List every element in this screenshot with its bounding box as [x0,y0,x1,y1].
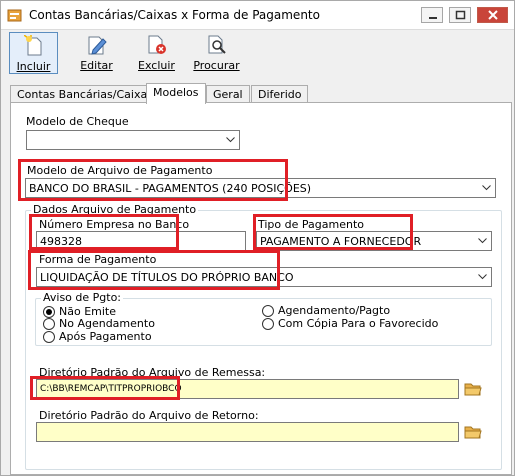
app-icon [7,9,22,22]
new-document-icon [24,35,42,56]
highlight-numero-empresa [29,214,179,250]
procurar-label: Procurar [193,59,240,72]
minimize-button[interactable] [421,7,443,23]
incluir-button[interactable]: Incluir [9,32,58,74]
highlight-modelo-arquivo [18,159,288,201]
dir-retorno-label: Diretório Padrão do Arquivo de Retorno: [39,409,259,422]
toolbar: Incluir Editar Excluir Procurar [1,31,514,75]
excluir-label: Excluir [138,59,175,72]
radio-nao-emite[interactable] [43,306,55,318]
radio-agendamento-pagto-label: Agendamento/Pagto [278,304,391,317]
chevron-down-icon [482,185,491,191]
radio-com-copia-label: Com Cópia Para o Favorecido [278,317,439,330]
tab-modelos[interactable]: Modelos [146,83,206,104]
editar-label: Editar [80,59,113,72]
close-button[interactable] [477,7,508,23]
main-window: Contas Bancárias/Caixas x Forma de Pagam… [0,0,515,476]
tab-panel-modelos: Modelo de Cheque Modelo de Arquivo de Pa… [10,102,512,475]
tab-geral[interactable]: Geral [206,85,250,103]
window-title: Contas Bancárias/Caixas x Forma de Pagam… [29,8,320,22]
radio-com-copia[interactable] [262,318,274,330]
radio-apos-pagamento[interactable] [43,331,55,343]
maximize-icon [455,10,466,20]
maximize-button[interactable] [449,7,471,23]
folder-icon[interactable] [464,381,482,397]
procurar-button[interactable]: Procurar [192,32,241,74]
tab-diferido[interactable]: Diferido [251,85,309,103]
tab-contas-bancarias[interactable]: Contas Bancárias/Caixas [10,85,160,103]
chevron-down-icon [226,137,235,143]
modelo-cheque-label: Modelo de Cheque [26,115,129,128]
radio-apos-pagamento-label: Após Pagamento [59,330,152,343]
editar-button[interactable]: Editar [72,32,121,74]
modelo-cheque-select[interactable] [26,130,240,150]
minimize-icon [429,17,437,19]
radio-no-agendamento-label: No Agendamento [59,317,155,330]
dir-retorno-input[interactable] [36,422,459,442]
highlight-dir-remessa [30,376,180,400]
excluir-button[interactable]: Excluir [132,32,181,74]
radio-agendamento-pagto[interactable] [262,305,274,317]
search-icon [208,35,226,54]
incluir-label: Incluir [16,60,51,73]
chevron-down-icon [478,274,487,280]
chevron-down-icon [478,238,487,244]
radio-no-agendamento[interactable] [43,318,55,330]
edit-icon [88,36,107,55]
aviso-pgto-title: Aviso de Pgto: [41,291,124,304]
folder-icon[interactable] [464,424,482,440]
highlight-tipo-pagamento [253,214,413,250]
title-bar: Contas Bancárias/Caixas x Forma de Pagam… [1,1,514,30]
delete-icon [148,35,166,54]
highlight-forma-pagamento [28,250,280,290]
close-icon [488,10,498,20]
